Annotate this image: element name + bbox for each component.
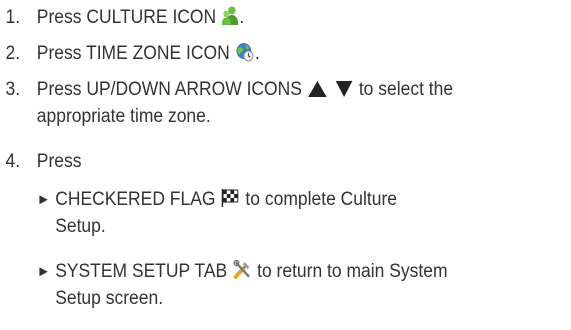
- subitem-text-after: to return to main System: [257, 261, 448, 282]
- up-triangle-icon: [308, 80, 328, 98]
- step-number: 4.: [5, 151, 21, 172]
- step-text: Press UP/DOWN ARROW ICONS to select the …: [37, 76, 571, 130]
- bullet-triangle-icon: ►: [36, 263, 51, 280]
- subitem-text-before: SYSTEM SETUP TAB: [55, 261, 228, 282]
- subitem-text: CHECKERED FLAG to complete Culture Setup…: [55, 186, 570, 240]
- down-triangle-icon: [335, 80, 353, 98]
- globe-clock-icon: [236, 42, 254, 62]
- step-text-before: Press TIME ZONE ICON: [36, 43, 230, 64]
- subitem-text-before: CHECKERED FLAG: [55, 189, 216, 210]
- step-text: Press TIME ZONE ICON .: [37, 40, 571, 67]
- subitem-text: SYSTEM SETUP TAB to return to main Syste…: [55, 258, 570, 312]
- tools-icon: [233, 260, 251, 280]
- step-text-after: .: [254, 43, 260, 64]
- checkered-flag-icon: [221, 188, 239, 208]
- step-text: Press: [36, 151, 82, 172]
- step-number: 2.: [5, 43, 21, 64]
- bullet-triangle-icon: ►: [36, 191, 51, 208]
- step-number: 3.: [5, 79, 21, 100]
- step-text-line2: appropriate time zone.: [36, 106, 211, 127]
- subitem-text-line2: Setup.: [55, 216, 106, 237]
- people-icon: [221, 6, 239, 26]
- subitem-text-after: to complete Culture: [245, 189, 397, 210]
- step-text-after: to select the: [358, 79, 454, 100]
- step-text-before: Press UP/DOWN ARROW ICONS: [36, 79, 302, 100]
- step-text-before: Press CULTURE ICON: [36, 7, 217, 28]
- step-number: 1.: [5, 7, 21, 28]
- step-text: Press CULTURE ICON .: [37, 4, 571, 31]
- subitem-text-line2: Setup screen.: [55, 288, 164, 309]
- step-text-after: .: [239, 7, 245, 28]
